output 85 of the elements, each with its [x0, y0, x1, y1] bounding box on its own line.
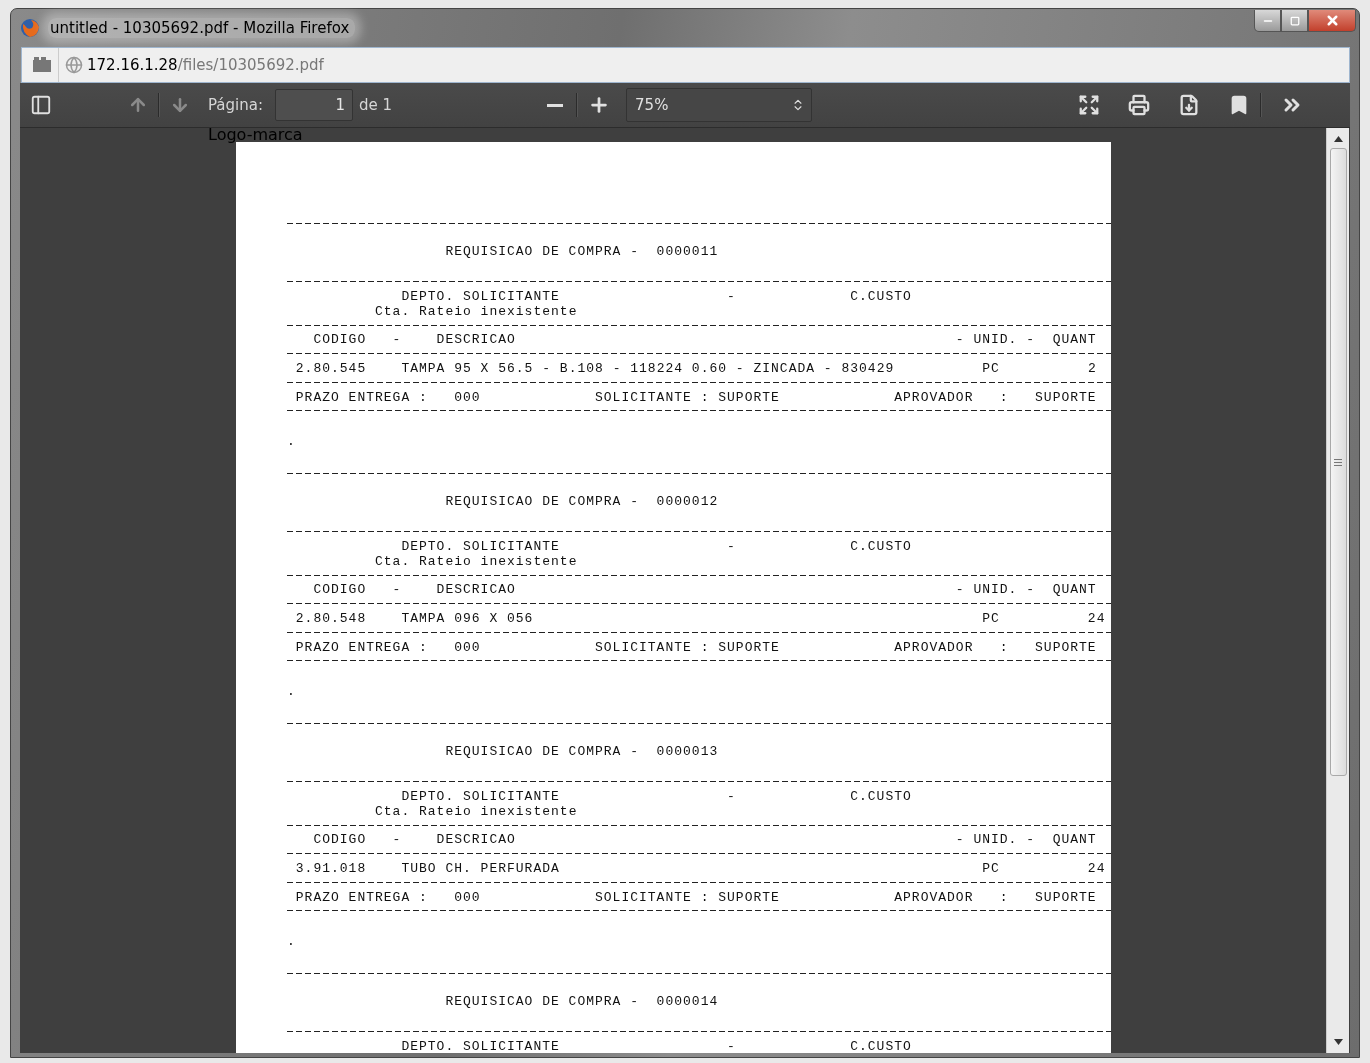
- document-text: PRAZO ENTREGA :: [295, 390, 428, 405]
- document-text: - UNID. -: [955, 582, 1036, 597]
- document-text: TUBO CH. PERFURADA: [401, 861, 560, 876]
- grip-icon: [1334, 458, 1342, 466]
- document-text: DESCRICAO: [436, 582, 516, 597]
- scroll-up-icon: [1333, 136, 1343, 142]
- document-text: REQUISICAO DE COMPRA - 0000013: [445, 744, 719, 759]
- document-text: APROVADOR : SUPORTE: [894, 640, 1097, 655]
- document-text: TAMPA 95 X 56.5 - B.108 - 118224 0.60 - ZINCADA - 830429: [401, 361, 895, 376]
- document-text: -: [392, 832, 402, 847]
- document-text: .: [287, 684, 296, 699]
- address-bar[interactable]: 172.16.1.28/files/10305692.pdf: [21, 47, 1350, 83]
- document-text: 000: [454, 890, 481, 905]
- document-text: REQUISICAO DE COMPRA - 0000014: [445, 994, 719, 1009]
- document-text: 24: [1087, 611, 1106, 626]
- document-text: - UNID. -: [955, 332, 1036, 347]
- document-text: 3.91.018: [295, 861, 367, 876]
- folder-icon: [32, 57, 52, 73]
- document-text: C.CUSTO: [850, 1039, 912, 1053]
- url-text: 172.16.1.28/files/10305692.pdf: [87, 56, 324, 74]
- document-text: 2.80.545: [295, 361, 367, 376]
- document-text: PRAZO ENTREGA :: [295, 890, 428, 905]
- page-label: Página:: [208, 96, 263, 114]
- document-text: CODIGO: [313, 332, 367, 347]
- document-text: APROVADOR : SUPORTE: [894, 890, 1097, 905]
- document-text: QUANT: [1052, 582, 1097, 597]
- document-text: CODIGO: [313, 832, 367, 847]
- zoom-select[interactable]: 75%: [626, 88, 813, 122]
- document-text: REQUISICAO DE COMPRA - 0000011: [445, 244, 719, 259]
- browser-logo-icon: [20, 17, 40, 38]
- minus-icon: [547, 103, 564, 107]
- document-text: 2.80.548: [295, 611, 367, 626]
- logo-placeholder-text: Logo-marca: [208, 125, 303, 144]
- document-text: PC: [982, 361, 1000, 376]
- minimize-button[interactable]: [1254, 10, 1281, 32]
- document-text: 000: [454, 390, 481, 405]
- document-text: -: [727, 789, 736, 804]
- document-text: .: [287, 934, 296, 949]
- document-text: REQUISICAO DE COMPRA - 0000012: [445, 494, 719, 509]
- document-text: C.CUSTO: [850, 789, 912, 804]
- document-text: -: [392, 582, 402, 597]
- document-text: DEPTO. SOLICITANTE: [401, 789, 560, 804]
- document-text: -: [727, 289, 736, 304]
- close-button[interactable]: [1308, 10, 1356, 32]
- maximize-button[interactable]: [1281, 10, 1308, 32]
- document-text: Cta. Rateio inexistente: [375, 804, 578, 819]
- document-text: C.CUSTO: [850, 539, 912, 554]
- printer-icon: [1128, 94, 1151, 116]
- document-text: PC: [982, 861, 1000, 876]
- document-text: Cta. Rateio inexistente: [375, 554, 578, 569]
- window-title: untitled - 10305692.pdf - Mozilla Firefox: [48, 17, 356, 38]
- document-text: SOLICITANTE : SUPORTE: [595, 390, 780, 405]
- document-text: -: [392, 332, 402, 347]
- document-text: DESCRICAO: [436, 332, 516, 347]
- document-text: QUANT: [1052, 332, 1097, 347]
- document-text: SOLICITANTE : SUPORTE: [595, 890, 780, 905]
- document-text: DEPTO. SOLICITANTE: [401, 1039, 560, 1053]
- page-count: de 1: [359, 96, 393, 114]
- document-text: - UNID. -: [955, 832, 1036, 847]
- document-text: -: [727, 539, 736, 554]
- globe-icon: [65, 56, 83, 74]
- document-text: C.CUSTO: [850, 289, 912, 304]
- page-number-field[interactable]: 1: [275, 89, 353, 121]
- fullscreen-icon: [1078, 94, 1101, 116]
- document-text: 000: [454, 640, 481, 655]
- sidebar-icon: [30, 94, 52, 116]
- document-text: TAMPA 096 X 056: [401, 611, 534, 626]
- document-text: DESCRICAO: [436, 832, 516, 847]
- document-text: DEPTO. SOLICITANTE: [401, 289, 560, 304]
- maximize-icon: [1289, 15, 1300, 26]
- document-text: PRAZO ENTREGA :: [295, 640, 428, 655]
- document-text: DEPTO. SOLICITANTE: [401, 539, 560, 554]
- document-text: QUANT: [1052, 832, 1097, 847]
- document-text: 24: [1087, 861, 1106, 876]
- document-text: PC: [982, 611, 1000, 626]
- document-text: 2: [1087, 361, 1097, 376]
- document-text: APROVADOR : SUPORTE: [894, 390, 1097, 405]
- scroll-down-icon: [1333, 1039, 1343, 1045]
- scrollbar[interactable]: [1326, 128, 1349, 1053]
- document-text: SOLICITANTE : SUPORTE: [595, 640, 780, 655]
- document-text: CODIGO: [313, 582, 367, 597]
- document-text: -: [727, 1039, 736, 1053]
- document-text: Cta. Rateio inexistente: [375, 304, 578, 319]
- scroll-thumb[interactable]: [1329, 148, 1347, 776]
- document-text: .: [287, 434, 296, 449]
